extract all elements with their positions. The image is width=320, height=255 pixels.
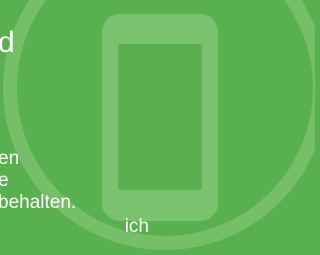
description-line: e: [0, 170, 9, 191]
description-line: behalten.: [0, 192, 77, 213]
description-line: en: [0, 148, 20, 169]
description-line: ich: [0, 216, 149, 237]
screen-title: d: [0, 26, 15, 59]
screen-description: en e behalten. ich: [0, 148, 315, 238]
onboarding-screen: d en e behalten. ich: [0, 0, 315, 255]
